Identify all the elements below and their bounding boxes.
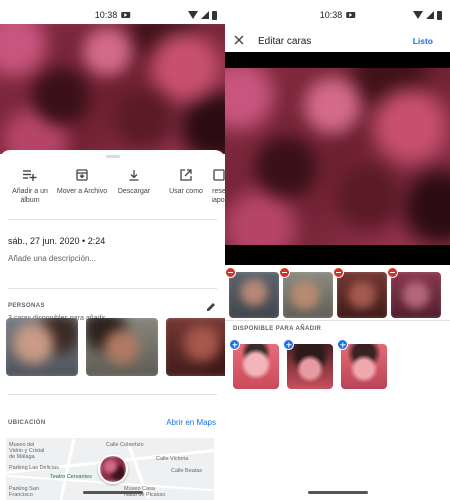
map-label: Calle Beatas xyxy=(171,468,203,474)
people-header: PERSONAS xyxy=(0,299,225,313)
download-button[interactable]: Descargar xyxy=(108,166,160,205)
photo-location-pin[interactable] xyxy=(98,454,128,484)
open-external-icon xyxy=(180,166,192,184)
tagged-face[interactable] xyxy=(387,267,441,318)
available-face[interactable] xyxy=(229,339,279,389)
add-face-icon[interactable] xyxy=(229,339,240,350)
remove-face-icon[interactable] xyxy=(387,267,398,278)
divider xyxy=(8,288,217,289)
tagged-face[interactable] xyxy=(279,267,333,318)
tagged-face[interactable] xyxy=(333,267,387,318)
use-as-button[interactable]: Usar como xyxy=(160,166,212,205)
move-to-archive-button[interactable]: Mover a Archivo xyxy=(56,166,108,205)
location-header: UBICACIÓN Abrir en Maps xyxy=(0,418,225,427)
map-label: Calle Cobertizo xyxy=(106,442,144,448)
person-thumbnail[interactable] xyxy=(86,318,158,376)
status-bar: 10:38 xyxy=(225,0,450,30)
youtube-notification-icon xyxy=(346,12,356,18)
close-icon xyxy=(234,35,244,45)
action-row: Añadir a un álbum Mover a Archivo Descar… xyxy=(0,166,225,205)
gesture-nav-bar[interactable] xyxy=(307,491,368,494)
battery-icon xyxy=(437,10,442,20)
edit-people-button[interactable] xyxy=(206,299,216,317)
photo-date: sáb., 27 jun. 2020 • 2:24 xyxy=(8,236,106,246)
status-time: 10:38 xyxy=(319,10,343,20)
location-section-label: UBICACIÓN xyxy=(8,419,46,426)
photo-preview[interactable] xyxy=(0,24,225,154)
remove-face-icon[interactable] xyxy=(225,267,236,278)
open-in-maps-link[interactable]: Abrir en Maps xyxy=(166,418,216,427)
people-strip xyxy=(0,318,225,376)
download-icon xyxy=(128,166,140,184)
person-thumbnail[interactable] xyxy=(166,318,225,376)
add-to-album-button[interactable]: Añadir a un álbum xyxy=(4,166,56,205)
add-to-playlist-icon xyxy=(23,166,37,184)
add-face-icon[interactable] xyxy=(337,339,348,350)
pencil-icon xyxy=(207,303,215,311)
available-face[interactable] xyxy=(283,339,333,389)
wifi-icon xyxy=(188,11,198,19)
done-button[interactable]: Listo xyxy=(413,36,433,46)
app-bar: Editar caras Listo xyxy=(225,30,450,52)
archive-icon xyxy=(76,166,88,184)
signal-icon xyxy=(201,11,209,19)
remove-face-icon[interactable] xyxy=(333,267,344,278)
edit-faces-screen: 10:38 Editar caras Listo DISPONIBLE PARA… xyxy=(225,0,450,500)
photo-details-screen: 10:38 Añadir a un álbum Mover a Archivo xyxy=(0,0,225,500)
map-label: Calle Victoria xyxy=(156,456,189,462)
battery-icon xyxy=(212,10,217,20)
gesture-nav-bar[interactable] xyxy=(82,491,143,494)
wifi-icon xyxy=(413,11,423,19)
map-label: Parking San Francisco xyxy=(9,486,39,498)
status-time: 10:38 xyxy=(94,10,118,20)
tagged-face[interactable] xyxy=(225,267,279,318)
divider xyxy=(8,394,217,395)
description-input[interactable]: Añade una descripción... xyxy=(0,254,225,288)
close-button[interactable] xyxy=(234,32,244,50)
photo-preview xyxy=(225,68,450,245)
page-title: Editar caras xyxy=(258,35,312,47)
divider xyxy=(225,320,450,321)
youtube-notification-icon xyxy=(121,12,131,18)
slideshow-button[interactable]: Presentación diapositivas xyxy=(212,166,225,205)
available-faces-strip xyxy=(229,339,387,389)
map-label: Teatro Cervantes xyxy=(50,474,92,480)
sheet-drag-handle[interactable] xyxy=(105,155,120,158)
remove-face-icon[interactable] xyxy=(279,267,290,278)
tagged-faces-strip xyxy=(225,267,450,318)
slideshow-icon xyxy=(212,166,225,184)
available-face[interactable] xyxy=(337,339,387,389)
map-label: Parking Las Delicias xyxy=(9,465,59,471)
signal-icon xyxy=(426,11,434,19)
available-section-label: DISPONIBLE PARA AÑADIR xyxy=(233,326,322,332)
map-label: Museo del Vidrio y Cristal de Málaga xyxy=(9,442,45,460)
add-face-icon[interactable] xyxy=(283,339,294,350)
person-thumbnail[interactable] xyxy=(6,318,78,376)
details-sheet: Añadir a un álbum Mover a Archivo Descar… xyxy=(0,150,225,500)
people-section-label: PERSONAS xyxy=(8,303,45,309)
